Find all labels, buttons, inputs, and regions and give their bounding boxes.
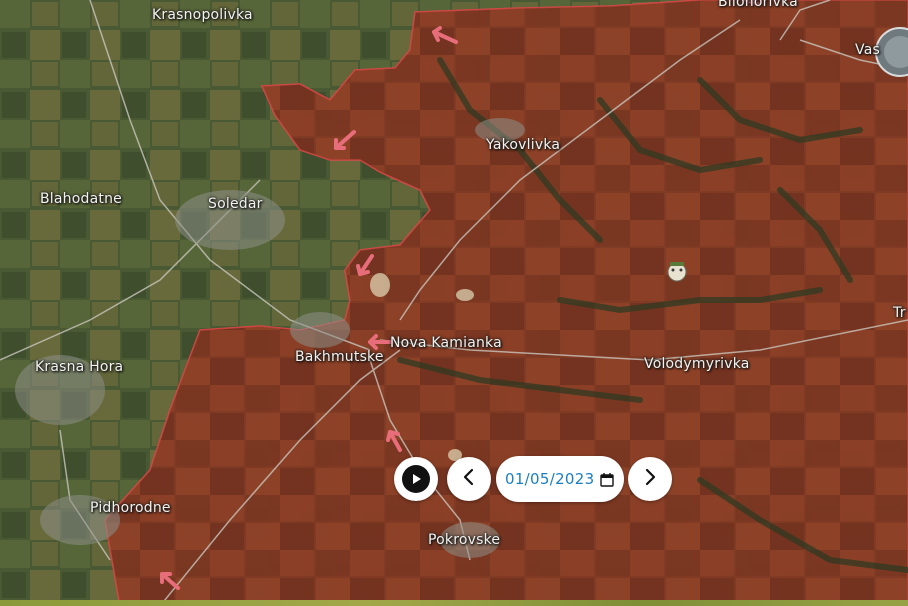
play-button[interactable] <box>394 457 438 501</box>
bottom-strip <box>0 600 908 606</box>
previous-date-button[interactable] <box>447 457 491 501</box>
date-input[interactable]: 01/05/2023 <box>496 456 624 502</box>
place-label-vas: Vas <box>855 42 880 58</box>
chevron-right-icon <box>641 468 659 491</box>
chevron-left-icon <box>460 468 478 491</box>
place-label-krasna-hora: Krasna Hora <box>35 359 124 375</box>
place-label-pokrovske: Pokrovske <box>428 532 501 548</box>
next-date-button[interactable] <box>628 457 672 501</box>
place-label-soledar: Soledar <box>208 196 263 212</box>
calendar-icon[interactable] <box>600 472 615 487</box>
play-icon <box>402 465 430 493</box>
place-label-krasnopolivka: Krasnopolivka <box>152 7 253 23</box>
place-label-volodymyrivka: Volodymyrivka <box>644 356 750 372</box>
date-value: 01/05/2023 <box>505 470 595 488</box>
place-label-yakovlivka: Yakovlivka <box>486 137 561 153</box>
place-label-blahodatne: Blahodatne <box>40 191 122 207</box>
place-label-bakhmutske: Bakhmutske <box>295 349 384 365</box>
place-label-tr: Tr <box>893 305 906 321</box>
place-label-bilohorivka: Bilohorivka <box>718 0 798 10</box>
place-label-pidhorodne: Pidhorodne <box>90 500 171 516</box>
place-label-nova-kamianka: Nova Kamianka <box>390 335 502 351</box>
unit-marker-icon[interactable] <box>667 262 687 282</box>
